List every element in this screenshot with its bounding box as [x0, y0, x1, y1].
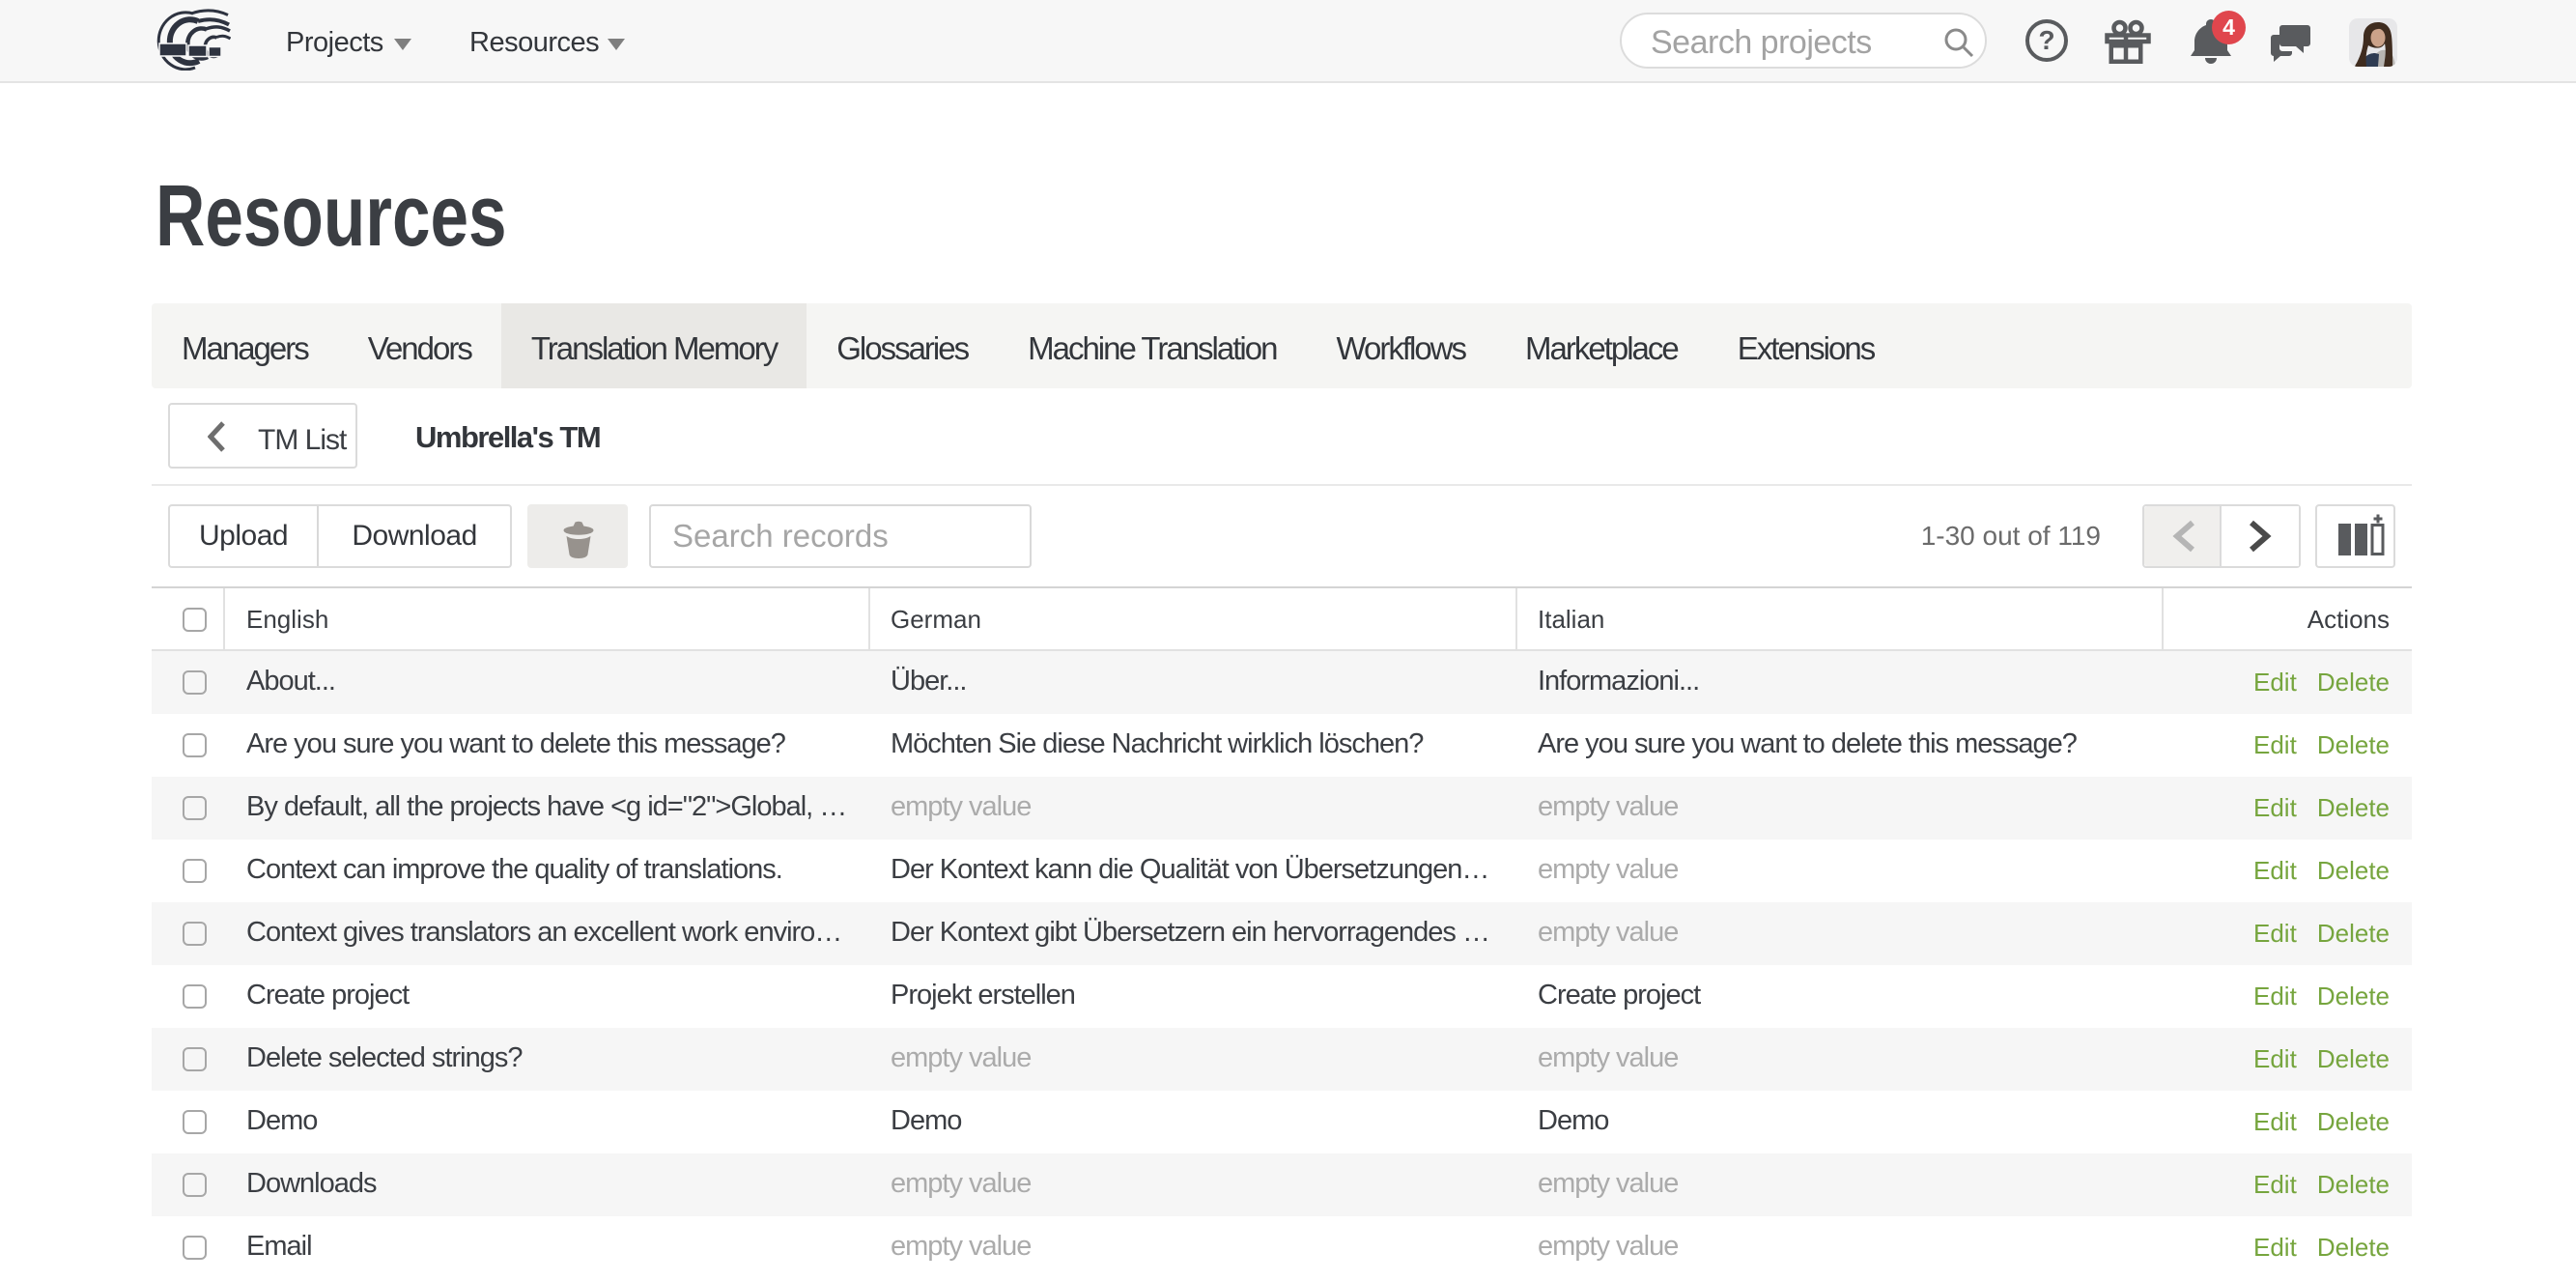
svg-text:?: ? [2038, 25, 2054, 55]
